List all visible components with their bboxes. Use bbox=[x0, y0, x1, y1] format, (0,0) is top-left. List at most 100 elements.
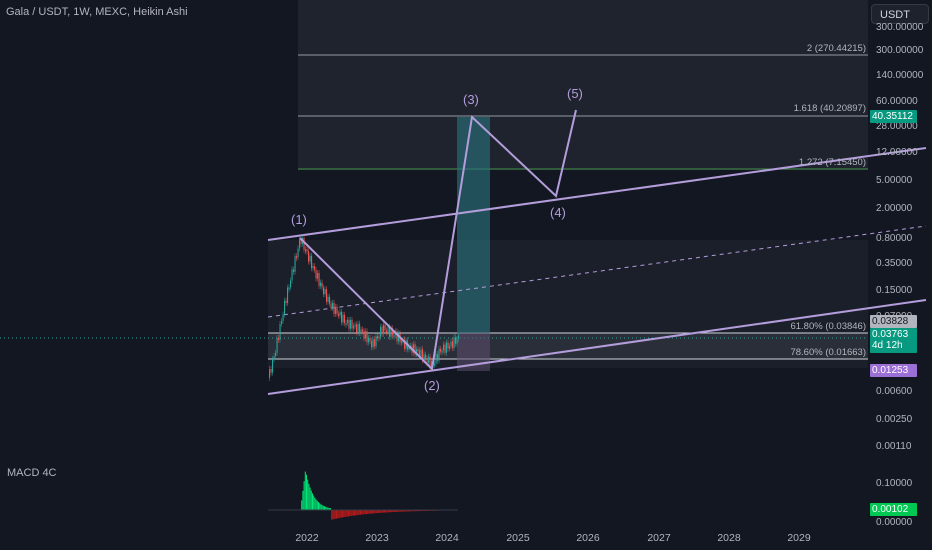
macd-bar bbox=[356, 510, 358, 516]
low-price-badge: 0.01253 bbox=[870, 364, 917, 377]
macd-bar bbox=[321, 504, 323, 510]
macd-bar bbox=[303, 481, 305, 510]
macd-bar bbox=[349, 510, 351, 517]
macd-bar bbox=[313, 495, 315, 510]
macd-bar bbox=[348, 510, 349, 517]
macd-bar bbox=[332, 510, 334, 520]
indicator-label[interactable]: MACD 4C bbox=[7, 467, 57, 479]
macd-bar bbox=[363, 510, 365, 515]
price-tick: 2.00000 bbox=[876, 203, 913, 214]
macd-bar bbox=[362, 510, 364, 515]
macd-value-badge: 0.00102 bbox=[870, 503, 917, 516]
macd-bar bbox=[351, 510, 353, 516]
fib-label-2: 2 (270.44215) bbox=[806, 43, 866, 54]
time-tick: 2029 bbox=[787, 532, 811, 544]
macd-bar bbox=[333, 510, 335, 520]
price-tick: 5.00000 bbox=[876, 175, 913, 186]
target-price-badge: 40.35112 bbox=[870, 110, 917, 123]
macd-bar bbox=[301, 500, 303, 510]
macd-bar bbox=[366, 510, 367, 515]
macd-bar bbox=[346, 510, 348, 517]
macd-bar bbox=[355, 510, 357, 516]
macd-bar bbox=[322, 505, 324, 510]
fib-extension-zone bbox=[298, 0, 868, 170]
macd-bar bbox=[357, 510, 359, 516]
macd-bar bbox=[344, 510, 346, 517]
macd-bar bbox=[340, 510, 342, 518]
macd-bar bbox=[372, 510, 373, 514]
macd-bar bbox=[350, 510, 352, 517]
macd-bar bbox=[302, 490, 304, 510]
macd-bar bbox=[324, 506, 325, 510]
time-tick: 2026 bbox=[576, 532, 600, 544]
macd-bar bbox=[338, 510, 340, 519]
bar-countdown: 4d 12h bbox=[872, 340, 903, 351]
macd-bar bbox=[367, 510, 369, 514]
time-tick: 2027 bbox=[647, 532, 671, 544]
macd-bar bbox=[316, 500, 318, 510]
price-tick: 0.35000 bbox=[876, 258, 913, 269]
macd-tick: 0.10000 bbox=[876, 478, 913, 489]
time-tick: 2024 bbox=[435, 532, 459, 544]
macd-histogram bbox=[268, 471, 459, 520]
wave-label-1: (1) bbox=[291, 212, 307, 227]
fib-label-786: 78.60% (0.01663) bbox=[790, 347, 866, 358]
price-tick: 0.15000 bbox=[876, 285, 913, 296]
macd-bar bbox=[319, 503, 321, 510]
fib-label-618: 61.80% (0.03846) bbox=[790, 321, 866, 332]
price-tick: 140.00000 bbox=[876, 70, 924, 81]
last-price-badge: 0.03763 4d 12h bbox=[870, 328, 917, 353]
level-badge: 0.03828 bbox=[870, 315, 917, 328]
wave-label-3: (3) bbox=[463, 92, 479, 107]
macd-bar bbox=[342, 510, 343, 518]
wave-label-2: (2) bbox=[424, 378, 440, 393]
fib-label-1618: 1.618 (40.20897) bbox=[793, 103, 866, 114]
macd-bar bbox=[361, 510, 363, 515]
price-tick: 12.00000 bbox=[876, 147, 918, 158]
price-tick: 0.00250 bbox=[876, 414, 913, 425]
macd-bar bbox=[309, 487, 311, 510]
time-tick: 2028 bbox=[717, 532, 741, 544]
macd-bar bbox=[358, 510, 360, 515]
macd-bar bbox=[312, 493, 313, 510]
macd-bar bbox=[307, 479, 309, 510]
macd-bar bbox=[310, 490, 312, 510]
macd-bar bbox=[368, 510, 370, 514]
macd-tick: 0.00000 bbox=[876, 517, 913, 528]
chart-canvas[interactable] bbox=[0, 0, 932, 550]
macd-bar bbox=[345, 510, 347, 517]
macd-bar bbox=[304, 471, 306, 510]
macd-bar bbox=[339, 510, 341, 518]
price-tick: 0.80000 bbox=[876, 233, 913, 244]
macd-bar bbox=[315, 499, 317, 510]
time-tick: 2022 bbox=[295, 532, 319, 544]
projection-target-box bbox=[457, 117, 490, 333]
macd-bar bbox=[373, 510, 375, 514]
time-tick: 2025 bbox=[506, 532, 530, 544]
price-tick: 60.00000 bbox=[876, 96, 918, 107]
macd-bar bbox=[336, 510, 337, 519]
macd-bar bbox=[331, 510, 333, 520]
macd-bar bbox=[320, 504, 322, 510]
macd-bar bbox=[354, 510, 355, 516]
chart-title: Gala / USDT, 1W, MEXC, Heikin Ashi bbox=[6, 6, 188, 18]
last-price: 0.03763 bbox=[872, 329, 909, 340]
wave-label-4: (4) bbox=[550, 205, 566, 220]
time-tick: 2023 bbox=[365, 532, 389, 544]
price-tick: 0.00600 bbox=[876, 386, 913, 397]
macd-bar bbox=[343, 510, 345, 518]
price-tick: 0.00110 bbox=[876, 441, 912, 452]
macd-bar bbox=[364, 510, 366, 515]
macd-bar bbox=[334, 510, 336, 519]
macd-bar bbox=[369, 510, 371, 514]
currency-button[interactable]: USDT bbox=[871, 4, 929, 24]
macd-bar bbox=[352, 510, 354, 516]
macd-bar bbox=[370, 510, 372, 514]
macd-bar bbox=[318, 502, 319, 510]
price-tick: 300.00000 bbox=[876, 45, 924, 56]
macd-bar bbox=[360, 510, 361, 515]
macd-bar bbox=[314, 497, 316, 510]
fib-label-1272: 1.272 (7.15450) bbox=[798, 157, 866, 168]
macd-bar bbox=[306, 474, 307, 510]
price-tick: 300.00000 bbox=[876, 22, 924, 33]
